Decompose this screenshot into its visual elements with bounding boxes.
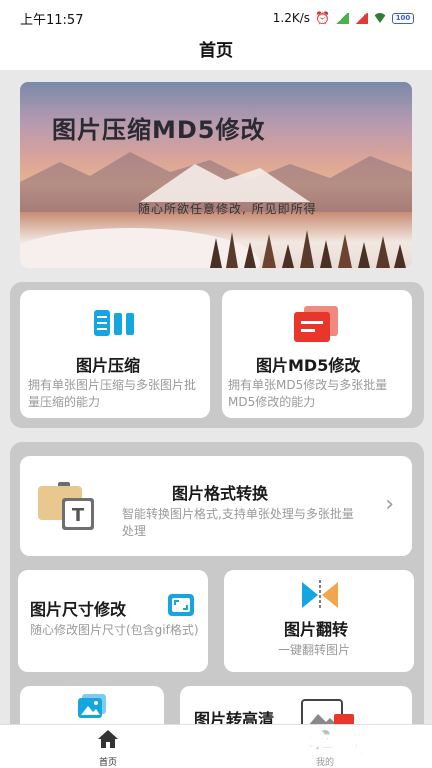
hd-icon — [301, 699, 354, 724]
home-icon — [98, 730, 118, 748]
hd-card[interactable]: 图片转高清 — [180, 686, 412, 724]
compress-card[interactable]: 图片压缩 拥有单张图片压缩与多张图片批量压缩的能力 — [20, 290, 210, 418]
alarm-icon: ⏰ — [315, 11, 330, 25]
battery-icon: 100 — [392, 12, 414, 24]
md5-title: 图片MD5修改 — [256, 356, 361, 375]
flip-card[interactable]: 图片翻转 一键翻转图片 — [224, 570, 414, 672]
battery-level: 100 — [395, 14, 411, 22]
page-title: 首页 — [199, 41, 233, 61]
resize-card[interactable]: 图片尺寸修改 随心修改图片尺寸(包含gif格式) — [18, 570, 208, 672]
format-convert-desc: 智能转换图片格式,支持单张处理与多张批量处理 — [122, 507, 354, 538]
image-tool-card[interactable] — [20, 686, 164, 724]
wifi-icon — [373, 13, 387, 23]
hd-title: 图片转高清 — [194, 710, 275, 724]
format-convert-title: 图片格式转换 — [172, 484, 269, 503]
compress-icon — [94, 310, 134, 336]
svg-text:T: T — [72, 505, 85, 526]
compress-title: 图片压缩 — [76, 356, 141, 375]
image-icon — [78, 694, 106, 718]
resize-title: 图片尺寸修改 — [30, 600, 127, 619]
banner-trees — [210, 230, 406, 268]
watermark-text: 谷普软件园 — [290, 730, 415, 759]
md5-desc: 拥有单张MD5修改与多张批量MD5修改的能力 — [228, 378, 388, 409]
resize-desc: 随心修改图片尺寸(包含gif格式) — [30, 623, 199, 637]
signal-2-icon — [354, 12, 368, 24]
signal-icon — [335, 12, 349, 24]
resize-icon — [168, 594, 194, 616]
banner-title: 图片压缩MD5修改 — [52, 116, 266, 144]
chevron-right-icon: › — [385, 492, 394, 517]
app-bar: 首页 — [0, 36, 432, 70]
flip-icon — [302, 580, 338, 610]
banner[interactable]: 图片压缩MD5修改 随心所欲任意修改, 所见即所得 — [20, 82, 412, 268]
md5-card[interactable]: 图片MD5修改 拥有单张MD5修改与多张批量MD5修改的能力 — [222, 290, 412, 418]
format-convert-icon: T — [38, 482, 94, 530]
status-time: 上午11:57 — [20, 12, 84, 28]
main-content[interactable]: 图片压缩MD5修改 随心所欲任意修改, 所见即所得 图片压缩 拥有单张图片压缩与… — [0, 70, 432, 724]
flip-title: 图片翻转 — [284, 620, 349, 639]
banner-subtitle: 随心所欲任意修改, 所见即所得 — [138, 202, 317, 216]
status-icons: 1.2K/s ⏰ 100 — [273, 11, 414, 25]
status-bar: 上午11:57 1.2K/s ⏰ 100 — [0, 0, 432, 36]
flip-desc: 一键翻转图片 — [278, 643, 351, 657]
md5-doc-icon — [294, 306, 338, 342]
site-watermark: 谷普软件园 — [290, 722, 426, 762]
nav-home-tab[interactable]: 首页 — [88, 729, 128, 768]
nav-home-label: 首页 — [98, 758, 117, 768]
format-convert-card[interactable]: T 图片格式转换 智能转换图片格式,支持单张处理与多张批量处理 › — [20, 456, 412, 556]
compress-desc: 拥有单张图片压缩与多张图片批量压缩的能力 — [28, 378, 197, 409]
network-speed: 1.2K/s — [272, 11, 311, 25]
